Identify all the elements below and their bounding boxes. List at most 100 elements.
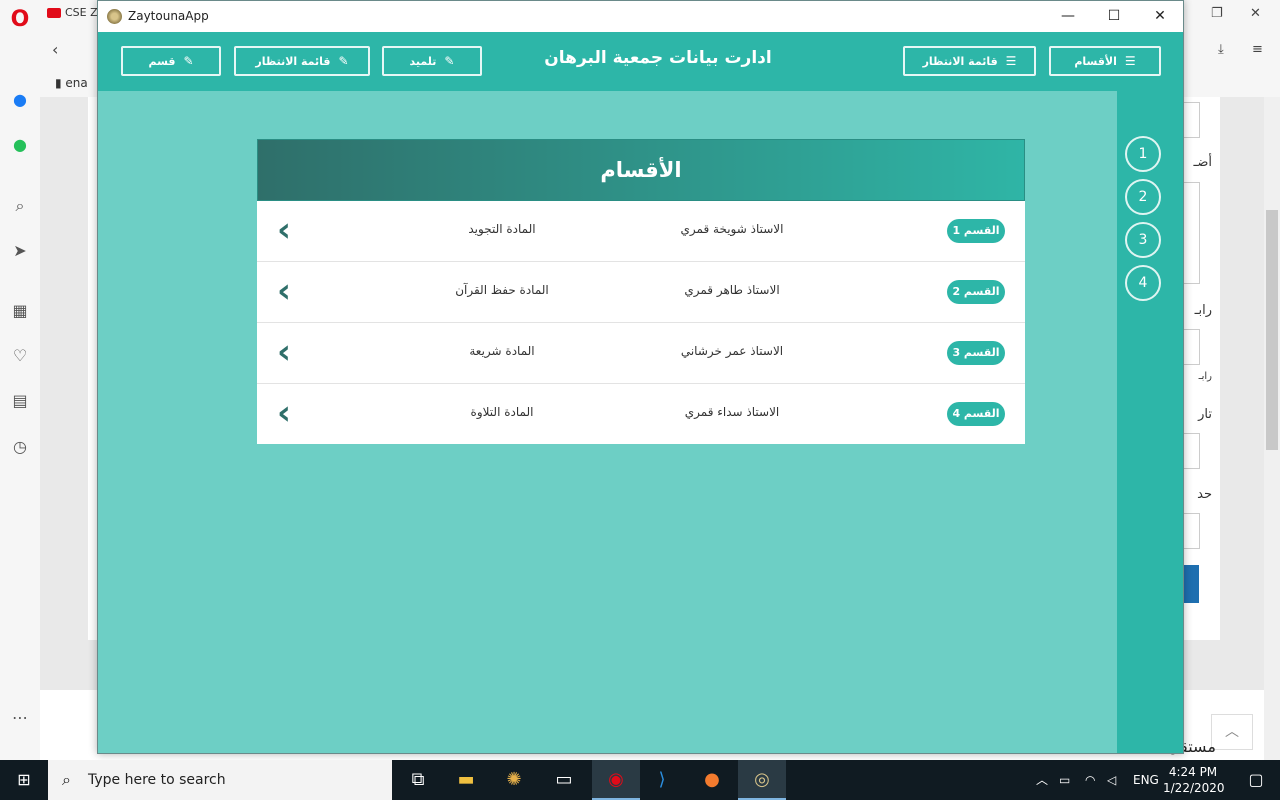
speed-dial-icon[interactable]: ▦ bbox=[10, 301, 30, 321]
section-row[interactable]: ‹ المادة التجويد الاستاذ شويخة قمري القس… bbox=[257, 201, 1025, 262]
list-icon: ☰ bbox=[1005, 54, 1017, 68]
bookmark-item[interactable]: ▮ ena bbox=[55, 76, 88, 90]
page-number-3[interactable]: 3 bbox=[1125, 222, 1161, 258]
task-view-icon[interactable]: ⧉ bbox=[394, 760, 442, 800]
app-logo-icon bbox=[107, 9, 122, 24]
section-subject: المادة حفظ القرآن bbox=[455, 283, 549, 297]
language-indicator[interactable]: ENG bbox=[1133, 760, 1159, 800]
restore-icon[interactable]: ❐ bbox=[1211, 6, 1223, 21]
section-teacher: الاستاذ عمر خرشاني bbox=[680, 344, 784, 358]
app-window: ZaytounaApp — ☐ ✕ الأقسام ☰ قائمة الانتظا… bbox=[97, 0, 1184, 754]
minimize-button[interactable]: — bbox=[1045, 1, 1091, 32]
pagination-rail: 1 2 3 4 bbox=[1117, 91, 1183, 753]
heart-icon[interactable]: ♡ bbox=[10, 346, 30, 366]
history-icon[interactable]: ◷ bbox=[10, 437, 30, 457]
page-number-4[interactable]: 4 bbox=[1125, 265, 1161, 301]
section-row[interactable]: ‹ المادة التلاوة الاستاذ سداء قمري القسم… bbox=[257, 384, 1025, 444]
waiting-list-button[interactable]: قائمة الانتظار ☰ bbox=[903, 46, 1036, 76]
volume-icon[interactable]: ◁ bbox=[1107, 760, 1116, 800]
file-explorer-icon[interactable]: ▬ bbox=[442, 760, 490, 800]
section-row[interactable]: ‹ المادة شريعة الاستاذ عمر خرشاني القسم … bbox=[257, 323, 1025, 384]
section-subject: المادة شريعة bbox=[469, 344, 535, 358]
scrollbar-thumb[interactable] bbox=[1266, 210, 1278, 450]
edit-icon: ✎ bbox=[338, 54, 349, 68]
submit-button[interactable] bbox=[1183, 565, 1199, 603]
close-button[interactable]: ✕ bbox=[1137, 1, 1183, 32]
form-label: أضـ bbox=[1193, 155, 1212, 170]
add-section-button[interactable]: قسم ✎ bbox=[121, 46, 221, 76]
sections-panel: الأقسام ‹ المادة التجويد الاستاذ شويخة ق… bbox=[257, 139, 1025, 446]
form-field[interactable] bbox=[1183, 329, 1200, 365]
section-row[interactable]: ‹ المادة حفظ القرآن الاستاذ طاهر قمري ال… bbox=[257, 262, 1025, 323]
opera-taskbar-icon[interactable]: ◉ bbox=[592, 760, 640, 800]
paint-icon[interactable]: ✺ bbox=[490, 760, 538, 800]
tray-chevron-icon[interactable]: ︿ bbox=[1036, 760, 1048, 800]
messenger-icon[interactable]: ● bbox=[10, 90, 30, 110]
battery-icon[interactable]: ▭ bbox=[1059, 760, 1070, 800]
edit-icon: ✎ bbox=[183, 54, 194, 68]
form-label: رابـ bbox=[1194, 303, 1212, 318]
chevron-left-icon[interactable]: ‹ bbox=[277, 274, 301, 310]
notification-icon[interactable]: ▢ bbox=[1232, 760, 1280, 800]
form-label: تار bbox=[1198, 407, 1212, 422]
section-teacher: الاستاذ طاهر قمري bbox=[684, 283, 780, 297]
panel-title: الأقسام bbox=[257, 139, 1025, 201]
send-icon[interactable]: ➤ bbox=[10, 241, 30, 261]
whatsapp-icon[interactable]: ● bbox=[10, 135, 30, 155]
settings-icon[interactable]: ≡ bbox=[1252, 42, 1263, 57]
section-subject: المادة التجويد bbox=[468, 222, 536, 236]
browser-close-icon[interactable]: ✕ bbox=[1250, 6, 1261, 21]
wifi-icon[interactable]: ◠ bbox=[1085, 760, 1095, 800]
download-icon[interactable]: ⤓ bbox=[1218, 42, 1224, 57]
app-titlebar[interactable]: ZaytounaApp — ☐ ✕ bbox=[98, 1, 1183, 32]
chevron-left-icon[interactable]: ‹ bbox=[277, 396, 301, 432]
edit-icon: ✎ bbox=[444, 54, 455, 68]
form-hint: رابـ bbox=[1198, 371, 1212, 382]
add-waiting-button[interactable]: قائمة الانتظار ✎ bbox=[234, 46, 370, 76]
form-field[interactable] bbox=[1183, 102, 1200, 138]
search-icon: ⌕ bbox=[62, 770, 71, 789]
search-icon[interactable]: ⌕ bbox=[10, 196, 30, 216]
opera-logo-icon[interactable]: O bbox=[8, 8, 32, 32]
section-badge: القسم 2 bbox=[947, 280, 1005, 304]
section-teacher: الاستاذ سداء قمري bbox=[684, 405, 780, 419]
browser-tab[interactable]: CSE Z bbox=[47, 6, 98, 19]
back-button[interactable]: ‹ bbox=[52, 40, 58, 59]
scroll-top-button[interactable]: ︿ bbox=[1211, 714, 1253, 750]
page-number-2[interactable]: 2 bbox=[1125, 179, 1161, 215]
terminal-icon[interactable]: ▭ bbox=[540, 760, 588, 800]
maximize-button[interactable]: ☐ bbox=[1091, 1, 1137, 32]
section-teacher: الاستاذ شويخة قمري bbox=[680, 222, 784, 236]
news-icon[interactable]: ▤ bbox=[10, 391, 30, 411]
taskbar-search[interactable]: ⌕ Type here to search bbox=[48, 760, 392, 800]
more-icon[interactable]: ⋯ bbox=[10, 708, 30, 728]
section-badge: القسم 3 bbox=[947, 341, 1005, 365]
chevron-left-icon[interactable]: ‹ bbox=[277, 335, 301, 371]
section-badge: القسم 4 bbox=[947, 402, 1005, 426]
zaytouna-app-icon[interactable]: ◎ bbox=[738, 760, 786, 800]
section-badge: القسم 1 bbox=[947, 219, 1005, 243]
window-title: ZaytounaApp bbox=[128, 9, 209, 23]
app-header: الأقسام ☰ قائمة الانتظار ☰ ادارت بيانات جم… bbox=[98, 32, 1183, 91]
page-scrollbar[interactable] bbox=[1264, 97, 1280, 760]
section-subject: المادة التلاوة bbox=[470, 405, 534, 419]
sections-button[interactable]: الأقسام ☰ bbox=[1049, 46, 1161, 76]
form-label: حد bbox=[1197, 487, 1212, 502]
form-field[interactable] bbox=[1183, 433, 1200, 469]
page-number-1[interactable]: 1 bbox=[1125, 136, 1161, 172]
add-student-button[interactable]: تلميد ✎ bbox=[382, 46, 482, 76]
vscode-icon[interactable]: ⟩ bbox=[638, 760, 686, 800]
background-form: أضـ رابـ رابـ تار حد bbox=[1183, 97, 1220, 640]
form-field[interactable] bbox=[1183, 513, 1200, 549]
windows-start-icon[interactable]: ⊞ bbox=[0, 760, 48, 800]
youtube-icon bbox=[47, 8, 61, 18]
main-content: الأقسام ‹ المادة التجويد الاستاذ شويخة ق… bbox=[98, 91, 1117, 753]
clock[interactable]: 4:24 PM 1/22/2020 bbox=[1163, 764, 1225, 796]
chevron-left-icon[interactable]: ‹ bbox=[277, 213, 301, 249]
postman-icon[interactable]: ● bbox=[688, 760, 736, 800]
opera-sidebar: O ● ● ⌕ ➤ ▦ ♡ ▤ ◷ ⋯ bbox=[0, 0, 41, 760]
list-icon: ☰ bbox=[1124, 54, 1136, 68]
taskbar: ⊞ ⌕ Type here to search ⧉ ▬ ✺ ▭ ◉ ⟩ ● ◎ ︿… bbox=[0, 760, 1280, 800]
page-title: ادارت بيانات جمعية البرهان bbox=[544, 48, 772, 68]
form-field[interactable] bbox=[1183, 182, 1200, 284]
